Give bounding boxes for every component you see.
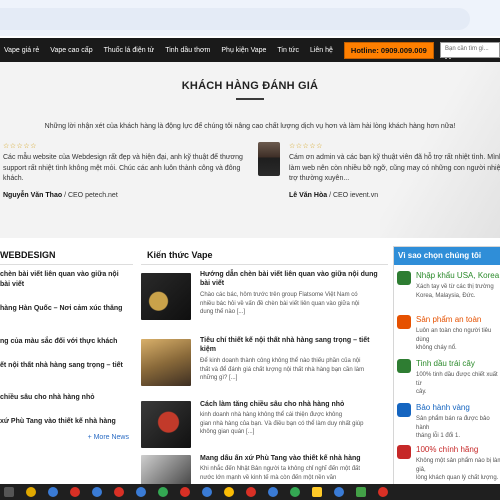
- chrome-icon[interactable]: [202, 487, 212, 497]
- review-text: Cám ơn admin và các bạn kỹ thuật viên đã…: [289, 154, 500, 161]
- customer-reviews-section: KHÁCH HÀNG ĐÁNH GIÁ Những lời nhận xét c…: [0, 62, 500, 238]
- review-text: Các mẫu website của Webdesign rất đẹp và…: [3, 154, 243, 161]
- why-choose-us-panel: Vì sao chọn chúng tôi Nhập khẩu USA, Kor…: [393, 246, 500, 486]
- list-item[interactable]: hàng Hàn Quốc – Nơi cảm xúc thăng: [0, 304, 122, 314]
- review-text: support rất nhiệt tình không mệt mỏi. Ch…: [3, 164, 241, 172]
- reason-title: Sản phẩm an toàn: [416, 315, 482, 324]
- chrome-icon[interactable]: [92, 487, 102, 497]
- avatar: [258, 142, 280, 176]
- reason-desc: 100% tinh dầu được chiết xuất từ cây.: [416, 372, 498, 395]
- award-icon: [397, 403, 411, 417]
- reason-title: 100% chính hãng: [416, 445, 479, 454]
- chrome-icon[interactable]: [180, 487, 190, 497]
- post-title[interactable]: Cách làm tăng chiều sâu cho nhà hàng nhỏ: [200, 400, 385, 409]
- reason-title: Bảo hành vàng: [416, 403, 470, 412]
- post-thumbnail[interactable]: [141, 401, 191, 448]
- reviews-title: KHÁCH HÀNG ĐÁNH GIÁ: [181, 80, 319, 92]
- list-item[interactable]: ng của màu sắc đối với thực khách: [0, 337, 117, 347]
- post-title[interactable]: Hướng dẫn chèn bài viết liên quan vào gi…: [200, 270, 385, 288]
- post-title[interactable]: Tiêu chí thiết kế nội thất nhà hàng sang…: [200, 336, 385, 354]
- list-item[interactable]: chiều sâu cho nhà hàng nhỏ: [0, 393, 95, 403]
- star-rating-icon: ☆☆☆☆☆: [3, 143, 37, 150]
- author-name: Lê Văn Hòa: [289, 191, 328, 199]
- app-icon[interactable]: [26, 487, 36, 497]
- chrome-icon[interactable]: [224, 487, 234, 497]
- review-card: ☆☆☆☆☆ Các mẫu website của Webdesign rất …: [3, 142, 253, 201]
- review-author: Nguyễn Văn Thao / CEO petech.net: [3, 191, 253, 202]
- review-text: trợ thường xuyên...: [289, 175, 350, 182]
- chrome-icon[interactable]: [114, 487, 124, 497]
- chrome-icon[interactable]: [158, 487, 168, 497]
- shield-icon: [397, 315, 411, 329]
- review-card: ☆☆☆☆☆ Cám ơn admin và các bạn kỹ thuật v…: [289, 142, 500, 201]
- divider: [0, 264, 133, 265]
- column-title: Kiến thức Vape: [147, 250, 213, 260]
- list-item[interactable]: xứ Phù Tang vào thiết kế nhà hàng: [0, 417, 116, 427]
- folder-icon[interactable]: [312, 487, 322, 497]
- author-company: / CEO petech.net: [62, 191, 118, 199]
- chrome-icon[interactable]: [136, 487, 146, 497]
- post-excerpt: Chào các bác, hôm trước trên group Flats…: [200, 292, 360, 315]
- nav-item-vape-gia-re[interactable]: Vape giá rẻ: [4, 47, 39, 54]
- chrome-icon[interactable]: [290, 487, 300, 497]
- chrome-icon[interactable]: [334, 487, 344, 497]
- column-title: WEBDESIGN: [0, 250, 56, 260]
- app-icon[interactable]: [356, 487, 366, 497]
- chrome-icon[interactable]: [70, 487, 80, 497]
- address-bar[interactable]: [0, 8, 470, 30]
- browser-toolbar: [0, 0, 500, 36]
- review-text: làm web nên còn nhiều bỡ ngỡ, cũng may c…: [289, 164, 500, 172]
- badge-icon: [397, 445, 411, 459]
- list-item[interactable]: ết nội thất nhà hàng sang trọng – tiết: [0, 361, 123, 371]
- post-excerpt: Khi nhắc đến Nhật Bản người ta không chỉ…: [200, 466, 361, 481]
- reason-desc: Không một sản phẩm nào bị làm giả, lòng k…: [416, 458, 500, 481]
- app-icon[interactable]: [4, 487, 14, 497]
- title-divider: [236, 98, 264, 100]
- panel-title: Vì sao chọn chúng tôi: [394, 247, 500, 265]
- author-company: / CEO ievent.vn: [327, 191, 379, 199]
- globe-icon: [397, 271, 411, 285]
- post-thumbnail[interactable]: [141, 339, 191, 386]
- nav-item-tinh-dau-thom[interactable]: Tinh dầu thơm: [165, 47, 210, 54]
- reason-desc: Xách tay về từ các thị trường Korea, Mala…: [416, 284, 494, 299]
- more-news-link[interactable]: + More News: [88, 434, 129, 441]
- reason-desc: Luôn an toàn cho người tiêu dùng không ch…: [416, 328, 492, 351]
- search-input[interactable]: Bạn cần tìm gì...: [440, 42, 500, 58]
- review-author: Lê Văn Hòa / CEO ievent.vn: [289, 191, 500, 202]
- post-excerpt: kinh doanh nhà hàng không thể cái thiện …: [200, 412, 364, 435]
- hotline-button[interactable]: Hotline: 0909.009.009: [343, 41, 434, 59]
- nav-item-phu-kien-vape[interactable]: Phụ kiện Vape: [221, 47, 266, 54]
- author-name: Nguyễn Văn Thao: [3, 191, 63, 199]
- chrome-icon[interactable]: [378, 487, 388, 497]
- post-thumbnail[interactable]: [141, 273, 191, 320]
- divider: [141, 264, 388, 265]
- chrome-icon[interactable]: [268, 487, 278, 497]
- nav-item-thuoc-la-dien-tu[interactable]: Thuốc lá điện tử: [104, 47, 155, 54]
- main-nav: Vape giá rẻ Vape cao cấp Thuốc lá điện t…: [0, 38, 500, 62]
- list-item[interactable]: chèn bài viết liên quan vào giữa nội bài …: [0, 270, 119, 289]
- star-rating-icon: ☆☆☆☆☆: [289, 143, 323, 150]
- reason-title: Nhập khẩu USA, Korea: [416, 271, 500, 280]
- nav-item-vape-cao-cap[interactable]: Vape cao cấp: [50, 47, 92, 54]
- reason-title: Tinh dầu trái cây: [416, 359, 475, 368]
- review-text: khách.: [3, 175, 24, 182]
- reviews-intro: Những lời nhận xét của khách hàng là độn…: [44, 123, 456, 130]
- os-taskbar: [0, 484, 500, 500]
- vape-knowledge-column: Kiến thức Vape Hướng dẫn chèn bài viết l…: [141, 240, 388, 485]
- nav-item-tin-tuc[interactable]: Tin tức: [277, 47, 299, 54]
- nav-item-lien-he[interactable]: Liên hệ: [310, 47, 333, 54]
- chrome-icon[interactable]: [246, 487, 256, 497]
- post-excerpt: Để kinh doanh thành công không thể nào t…: [200, 358, 365, 381]
- post-title[interactable]: Mang dấu ấn xứ Phù Tang vào thiết kế nhà…: [200, 454, 385, 463]
- drop-icon: [397, 359, 411, 373]
- chrome-icon[interactable]: [48, 487, 58, 497]
- post-thumbnail[interactable]: [141, 455, 191, 485]
- reason-desc: Sản phẩm bán ra được bảo hành tháng lỗi 1…: [416, 416, 490, 439]
- webdesign-news-column: WEBDESIGN chèn bài viết liên quan vào gi…: [0, 240, 133, 485]
